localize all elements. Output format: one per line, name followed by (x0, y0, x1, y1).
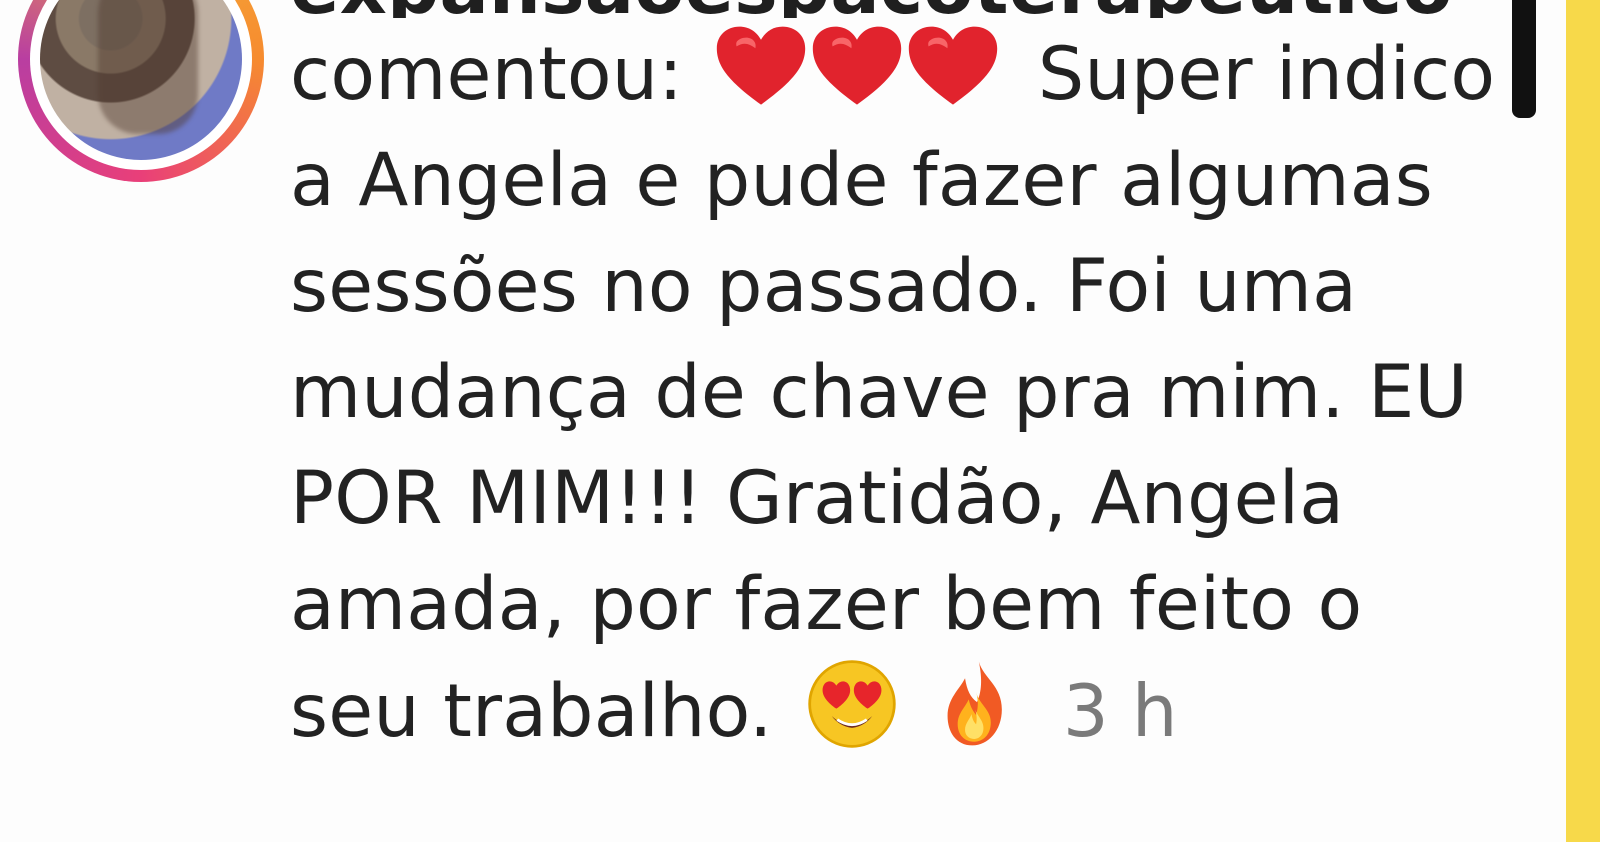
comment-content: expansaoespacoterapeutico comentou: (290, 0, 1495, 824)
heart-icon (714, 25, 808, 111)
fire-icon (931, 658, 1023, 750)
scrollbar[interactable] (1512, 0, 1536, 118)
heart-eyes-face-icon (806, 658, 898, 750)
avatar-border (30, 0, 252, 170)
comment-line-6: amada, por fazer bem feito o (290, 562, 1363, 647)
heart-icon (810, 25, 904, 111)
comment-line-1: comentou: Super indico (290, 22, 1495, 128)
comment-line-4: mudança de chave pra mim. EU (290, 350, 1469, 435)
right-border (1566, 0, 1600, 842)
avatar-photo (40, 0, 242, 160)
comment-final-text: seu trabalho. (290, 669, 773, 754)
comment-card: expansaoespacoterapeutico comentou: (0, 0, 1566, 842)
comment-lead: comentou: (290, 32, 684, 117)
comment-timestamp: 3 h (1062, 669, 1178, 753)
comment-line-5: POR MIM!!! Gratidão, Angela (290, 456, 1345, 541)
hearts-group (714, 25, 1000, 111)
comment-username[interactable]: expansaoespacoterapeutico (290, 0, 1470, 18)
screenshot-frame: expansaoespacoterapeutico comentou: (0, 0, 1600, 842)
heart-icon (906, 25, 1000, 111)
comment-line-2: a Angela e pude fazer algumas (290, 138, 1433, 223)
comment-line-1-text: Super indico (1037, 32, 1496, 117)
comment-line-3: sessões no passado. Foi uma (290, 244, 1358, 329)
comment-line-7: seu trabalho. 3 h (290, 658, 1470, 765)
story-avatar[interactable] (18, 0, 264, 182)
